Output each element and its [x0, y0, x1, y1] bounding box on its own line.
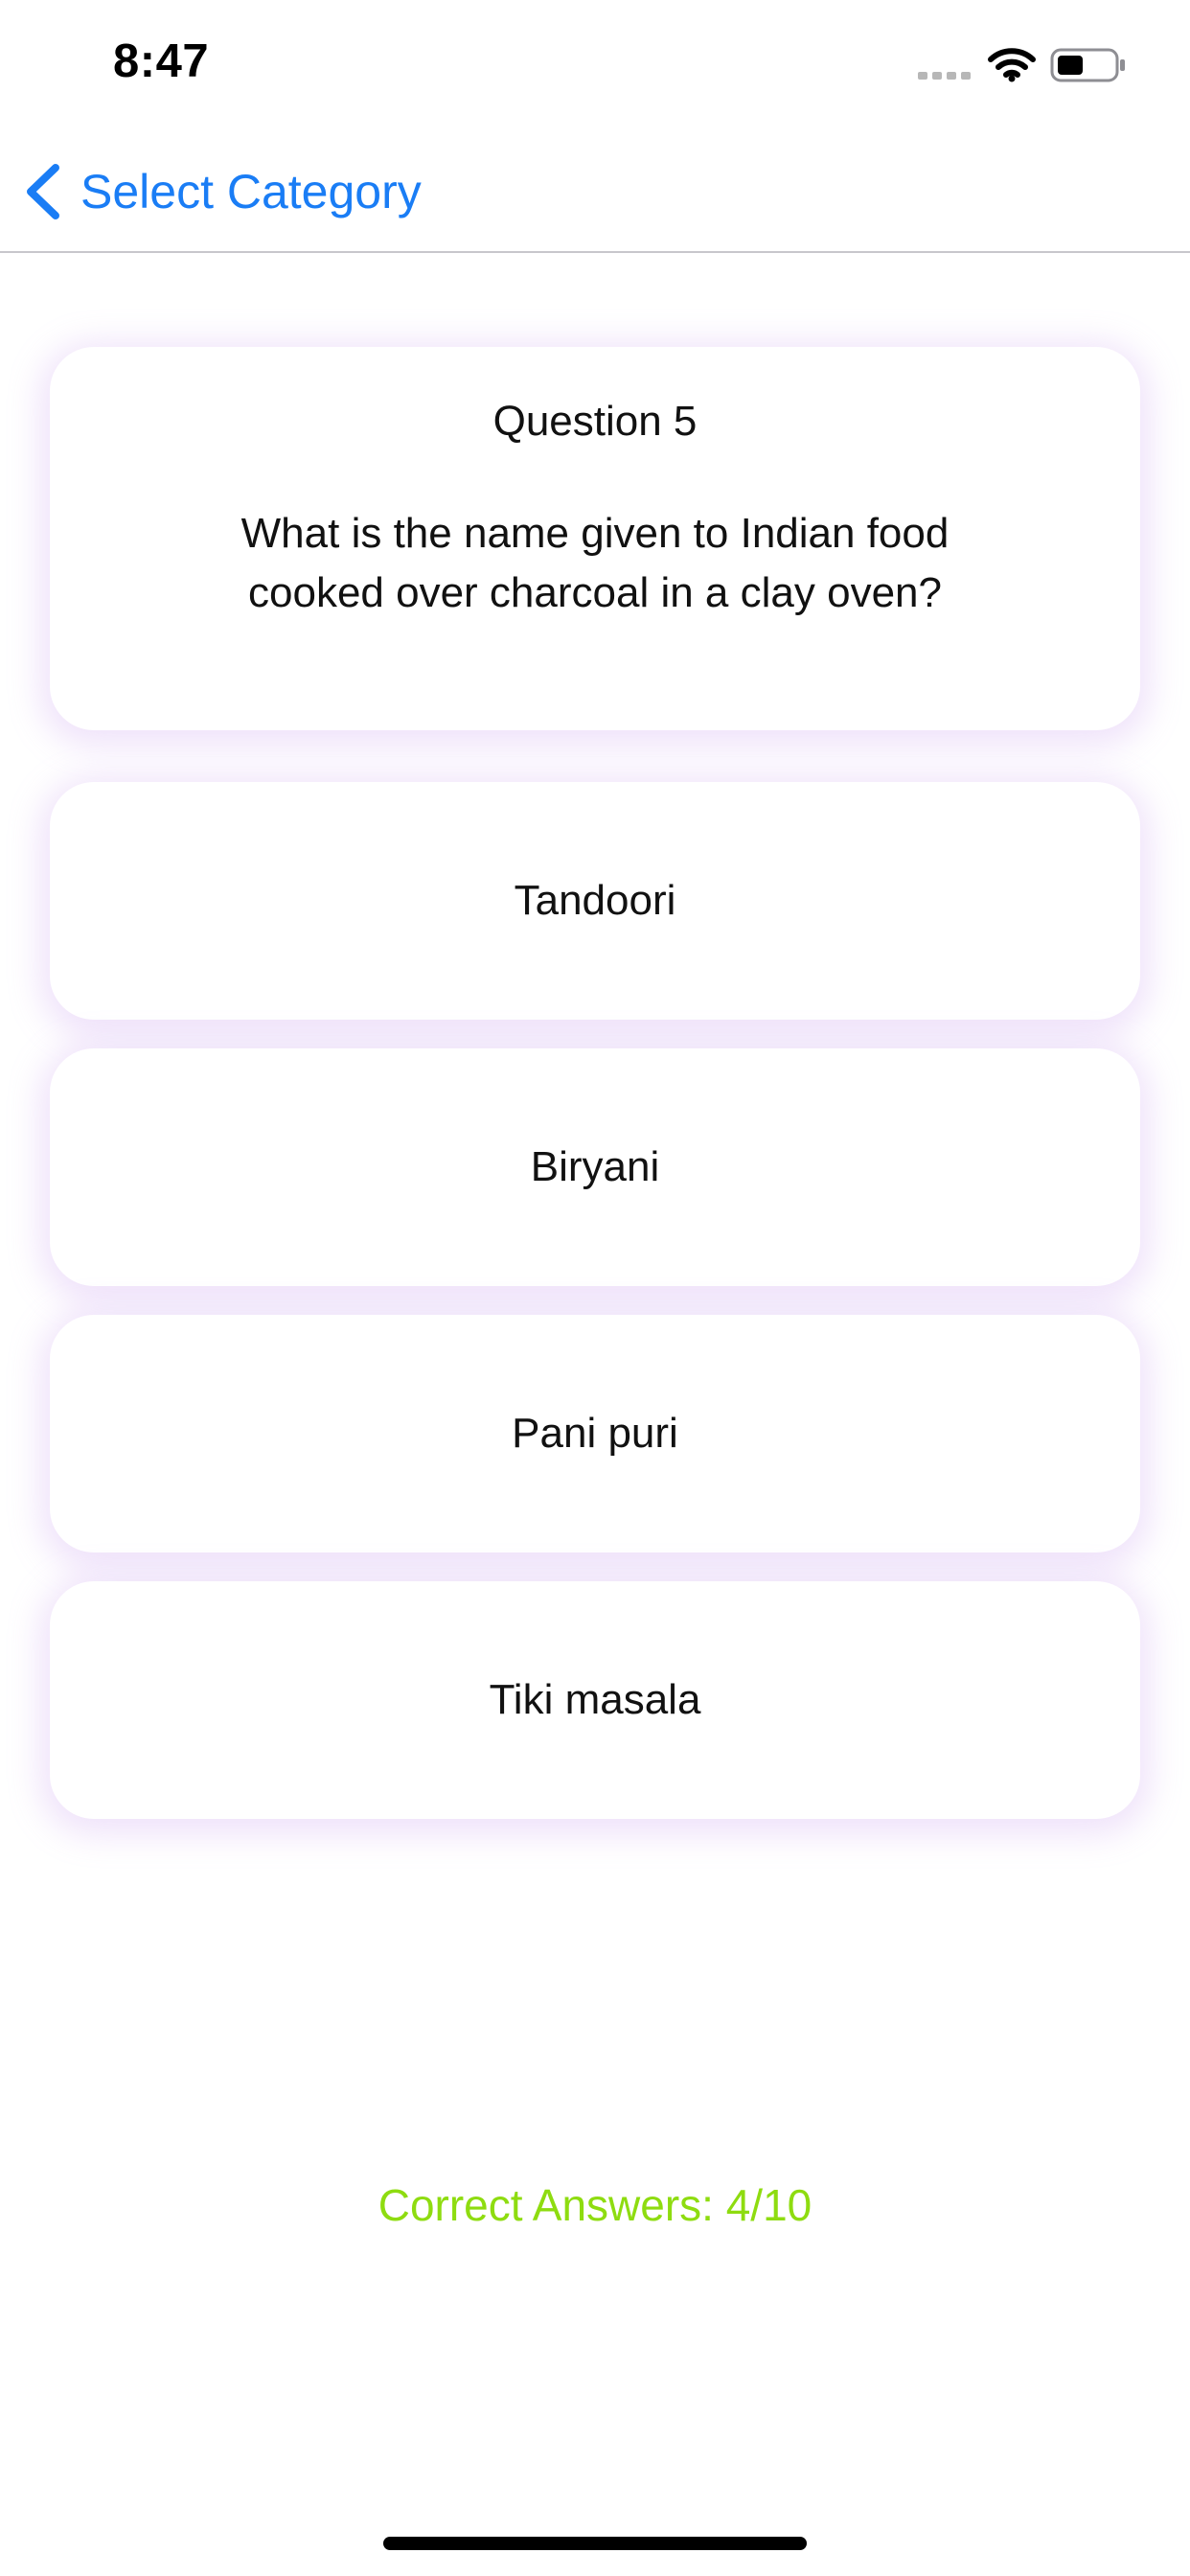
- answer-option-3[interactable]: Pani puri: [50, 1315, 1140, 1552]
- question-text: What is the name given to Indian food co…: [240, 510, 950, 616]
- back-button-label: Select Category: [80, 165, 422, 218]
- status-time: 8:47: [113, 35, 210, 87]
- home-indicator[interactable]: [383, 2537, 807, 2550]
- question-card: Question 5 What is the name given to Ind…: [50, 347, 1140, 730]
- answer-label: Biryani: [530, 1143, 660, 1190]
- battery-icon: [1050, 48, 1125, 82]
- back-button[interactable]: Select Category: [23, 155, 422, 228]
- chevron-left-icon: [27, 164, 59, 219]
- navigation-bar: Select Category: [0, 126, 1190, 253]
- answer-label: Tiki masala: [489, 1676, 701, 1723]
- question-number: Question 5: [492, 398, 698, 445]
- answer-option-2[interactable]: Biryani: [50, 1048, 1140, 1286]
- answer-option-1[interactable]: Tandoori: [50, 782, 1140, 1020]
- status-bar: 8:47: [0, 0, 1190, 126]
- correct-answers-score: Correct Answers: 4/10: [378, 2180, 812, 2230]
- signal-dots-icon: [918, 72, 971, 80]
- answer-label: Pani puri: [512, 1410, 678, 1457]
- answer-label: Tandoori: [514, 877, 676, 924]
- answer-option-4[interactable]: Tiki masala: [50, 1581, 1140, 1819]
- wifi-icon: [988, 48, 1036, 82]
